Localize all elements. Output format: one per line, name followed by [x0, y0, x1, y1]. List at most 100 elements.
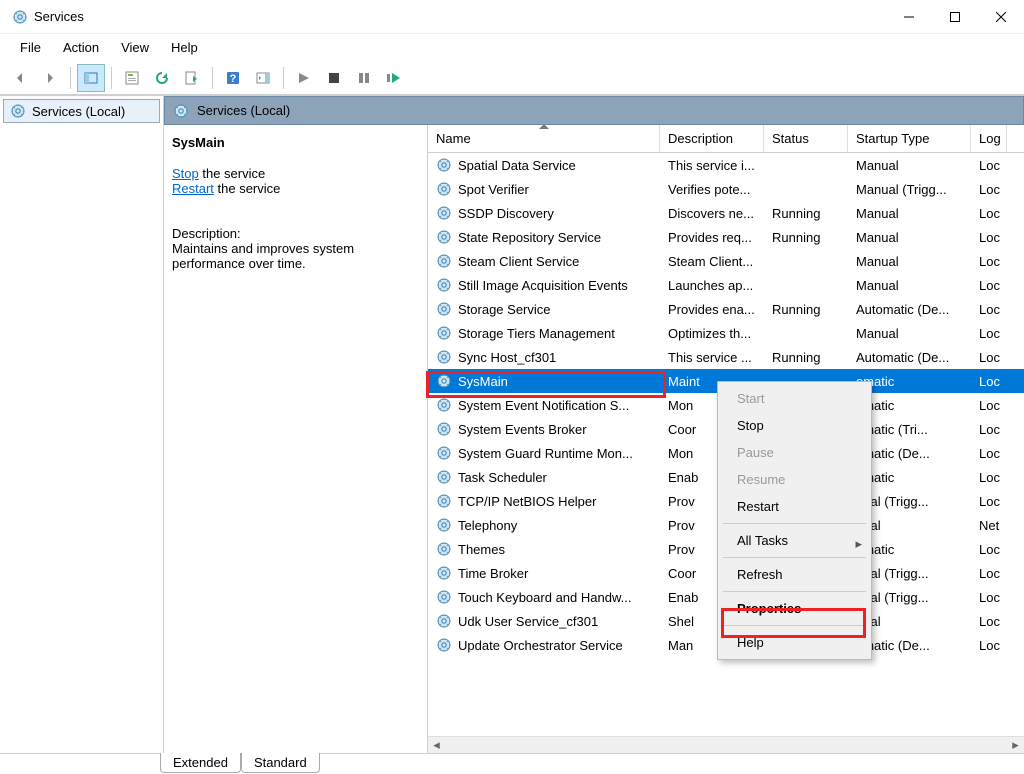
service-logon: Loc: [971, 182, 1007, 197]
table-row[interactable]: SSDP DiscoveryDiscovers ne...RunningManu…: [428, 201, 1024, 225]
service-name: Time Broker: [458, 566, 528, 581]
col-logon[interactable]: Log: [971, 125, 1007, 152]
gear-icon: [436, 205, 452, 221]
service-logon: Loc: [971, 446, 1007, 461]
gear-icon: [436, 493, 452, 509]
scroll-right-icon[interactable]: ▸: [1007, 737, 1024, 754]
table-row[interactable]: Sync Host_cf301This service ...RunningAu…: [428, 345, 1024, 369]
ctx-stop[interactable]: Stop: [721, 412, 868, 439]
restart-service-button[interactable]: [380, 64, 408, 92]
col-name[interactable]: Name: [428, 125, 660, 152]
back-button[interactable]: [6, 64, 34, 92]
properties-button[interactable]: [118, 64, 146, 92]
menu-help[interactable]: Help: [161, 36, 208, 59]
app-icon: [12, 9, 28, 25]
service-name: Themes: [458, 542, 505, 557]
service-startup: Manual: [848, 230, 971, 245]
service-logon: Loc: [971, 230, 1007, 245]
menubar: File Action View Help: [0, 34, 1024, 61]
start-service-button[interactable]: [290, 64, 318, 92]
col-status[interactable]: Status: [764, 125, 848, 152]
ctx-properties[interactable]: Properties: [721, 595, 868, 622]
tab-standard[interactable]: Standard: [241, 753, 320, 773]
gear-icon: [436, 565, 452, 581]
list-header: Name Description Status Startup Type Log: [428, 125, 1024, 153]
service-desc: Discovers ne...: [660, 206, 764, 221]
tab-extended[interactable]: Extended: [160, 753, 241, 773]
menu-action[interactable]: Action: [53, 36, 109, 59]
stop-service-button[interactable]: [320, 64, 348, 92]
service-logon: Loc: [971, 638, 1007, 653]
gear-icon: [436, 157, 452, 173]
service-startup: Manual (Trigg...: [848, 182, 971, 197]
stop-service-link[interactable]: Stop: [172, 166, 199, 181]
stop-line: Stop the service: [172, 166, 419, 181]
service-desc: Verifies pote...: [660, 182, 764, 197]
tree-node-label: Services (Local): [32, 104, 125, 119]
detail-heading: SysMain: [172, 135, 419, 150]
context-menu: Start Stop Pause Resume Restart All Task…: [717, 381, 872, 660]
service-name: System Guard Runtime Mon...: [458, 446, 633, 461]
table-row[interactable]: Spot VerifierVerifies pote...Manual (Tri…: [428, 177, 1024, 201]
titlebar: Services: [0, 0, 1024, 34]
table-row[interactable]: Steam Client ServiceSteam Client...Manua…: [428, 249, 1024, 273]
pause-service-button[interactable]: [350, 64, 378, 92]
table-row[interactable]: Spatial Data ServiceThis service i...Man…: [428, 153, 1024, 177]
service-name: Touch Keyboard and Handw...: [458, 590, 631, 605]
maximize-button[interactable]: [932, 0, 978, 34]
chevron-right-icon: ▸: [855, 536, 862, 552]
service-desc: Provides req...: [660, 230, 764, 245]
gear-icon: [436, 637, 452, 653]
service-status: Running: [764, 206, 848, 221]
table-row[interactable]: State Repository ServiceProvides req...R…: [428, 225, 1024, 249]
service-name: Task Scheduler: [458, 470, 547, 485]
table-row[interactable]: Still Image Acquisition EventsLaunches a…: [428, 273, 1024, 297]
gear-icon: [436, 349, 452, 365]
restart-line: Restart the service: [172, 181, 419, 196]
ctx-help[interactable]: Help: [721, 629, 868, 656]
minimize-button[interactable]: [886, 0, 932, 34]
tabs: Extended Standard: [0, 753, 1024, 774]
service-logon: Loc: [971, 374, 1007, 389]
table-row[interactable]: Storage ServiceProvides ena...RunningAut…: [428, 297, 1024, 321]
help-button[interactable]: ?: [219, 64, 247, 92]
close-button[interactable]: [978, 0, 1024, 34]
sort-asc-icon: [539, 125, 549, 129]
show-hide-tree-button[interactable]: [77, 64, 105, 92]
menu-view[interactable]: View: [111, 36, 159, 59]
service-logon: Loc: [971, 422, 1007, 437]
ctx-all-tasks[interactable]: All Tasks▸: [721, 527, 868, 554]
gear-icon: [436, 229, 452, 245]
forward-button[interactable]: [36, 64, 64, 92]
tree-node-services-local[interactable]: Services (Local): [3, 99, 160, 123]
service-startup: Automatic (De...: [848, 302, 971, 317]
service-desc: Provides ena...: [660, 302, 764, 317]
col-description[interactable]: Description: [660, 125, 764, 152]
refresh-button[interactable]: [148, 64, 176, 92]
ctx-restart[interactable]: Restart: [721, 493, 868, 520]
window-title: Services: [34, 9, 84, 24]
gear-icon: [436, 397, 452, 413]
gear-icon: [436, 589, 452, 605]
export-button[interactable]: [178, 64, 206, 92]
gear-icon: [436, 517, 452, 533]
gear-icon: [436, 421, 452, 437]
service-startup: Manual: [848, 206, 971, 221]
action-pane-button[interactable]: [249, 64, 277, 92]
restart-service-link[interactable]: Restart: [172, 181, 214, 196]
service-desc: Launches ap...: [660, 278, 764, 293]
table-row[interactable]: Storage Tiers ManagementOptimizes th...M…: [428, 321, 1024, 345]
ctx-pause: Pause: [721, 439, 868, 466]
service-logon: Loc: [971, 158, 1007, 173]
service-startup: Manual: [848, 278, 971, 293]
service-name: SysMain: [458, 374, 508, 389]
content-title-band: Services (Local): [164, 96, 1024, 125]
menu-file[interactable]: File: [10, 36, 51, 59]
ctx-refresh[interactable]: Refresh: [721, 561, 868, 588]
horizontal-scrollbar[interactable]: ◂ ▸: [428, 736, 1024, 753]
col-startup[interactable]: Startup Type: [848, 125, 971, 152]
tree-pane: Services (Local): [0, 96, 164, 753]
scroll-left-icon[interactable]: ◂: [428, 737, 445, 754]
ctx-resume: Resume: [721, 466, 868, 493]
content-title: Services (Local): [197, 103, 290, 118]
